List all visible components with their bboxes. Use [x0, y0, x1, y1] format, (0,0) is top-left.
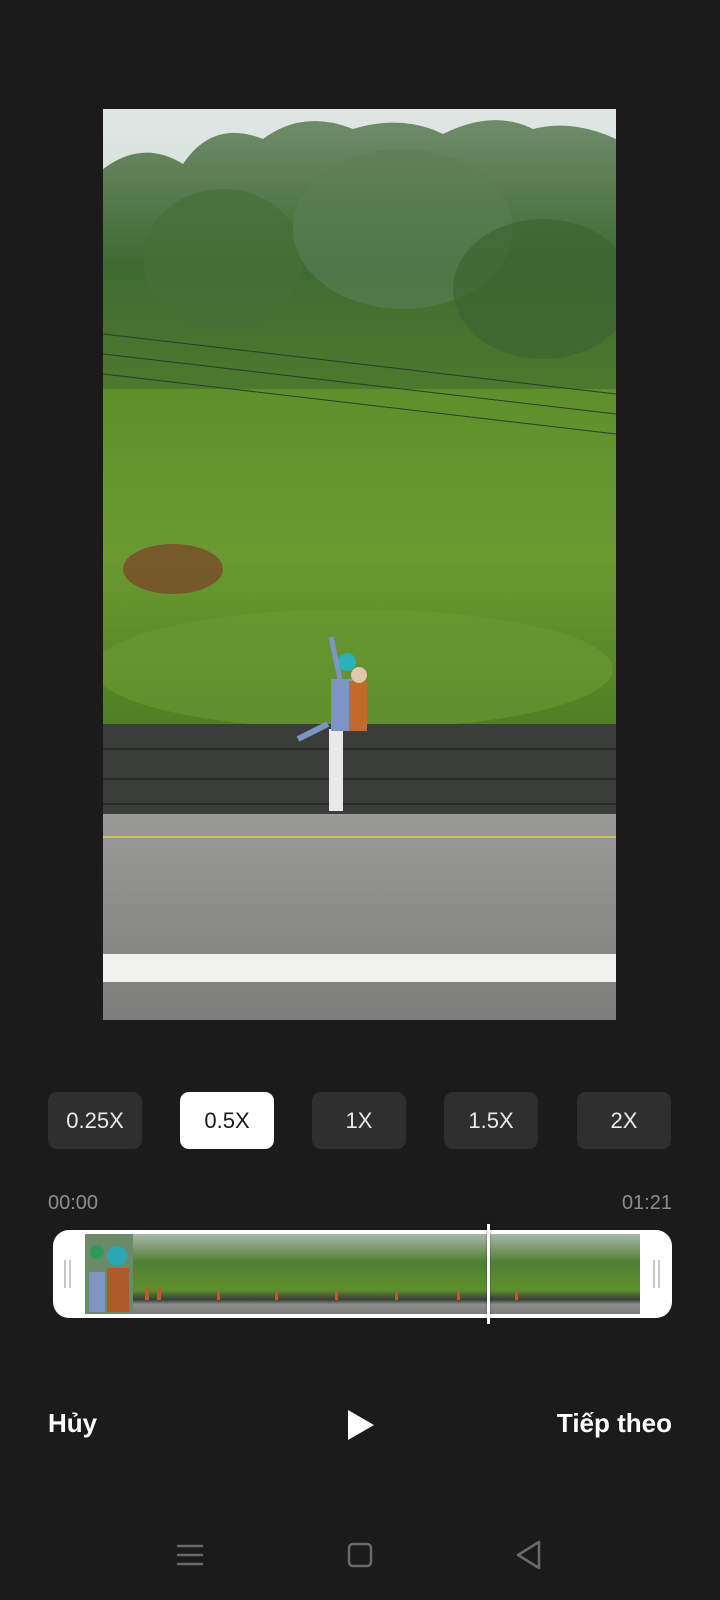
trim-timeline[interactable] [53, 1224, 672, 1324]
speed-1x-button[interactable]: 1X [312, 1092, 406, 1149]
speed-options: 0.25X 0.5X 1X 1.5X 2X [0, 1092, 720, 1149]
speed-0.25x-button[interactable]: 0.25X [48, 1092, 142, 1149]
back-triangle-icon[interactable] [512, 1537, 548, 1573]
speed-1.5x-button[interactable]: 1.5X [444, 1092, 538, 1149]
speed-2x-button[interactable]: 2X [577, 1092, 671, 1149]
menu-icon[interactable] [172, 1537, 208, 1573]
speed-0.5x-button[interactable]: 0.5X [180, 1092, 274, 1149]
home-square-icon[interactable] [342, 1537, 378, 1573]
cancel-button[interactable]: Hủy [48, 1408, 97, 1439]
end-time: 01:21 [621, 1192, 672, 1214]
filmstrip-thumbnails [85, 1234, 640, 1314]
start-time: 00:00 [48, 1192, 99, 1214]
trim-handle-right[interactable] [653, 1260, 661, 1288]
video-frame-image [103, 109, 616, 1020]
playhead[interactable] [487, 1224, 490, 1324]
video-speed-editor: 0.25X 0.5X 1X 1.5X 2X 00:00 01:21 Hủy Ti… [0, 0, 720, 1600]
video-preview[interactable] [103, 109, 616, 1020]
play-icon[interactable] [346, 1409, 376, 1441]
next-button[interactable]: Tiếp theo [557, 1408, 672, 1439]
trim-handle-left[interactable] [64, 1260, 72, 1288]
